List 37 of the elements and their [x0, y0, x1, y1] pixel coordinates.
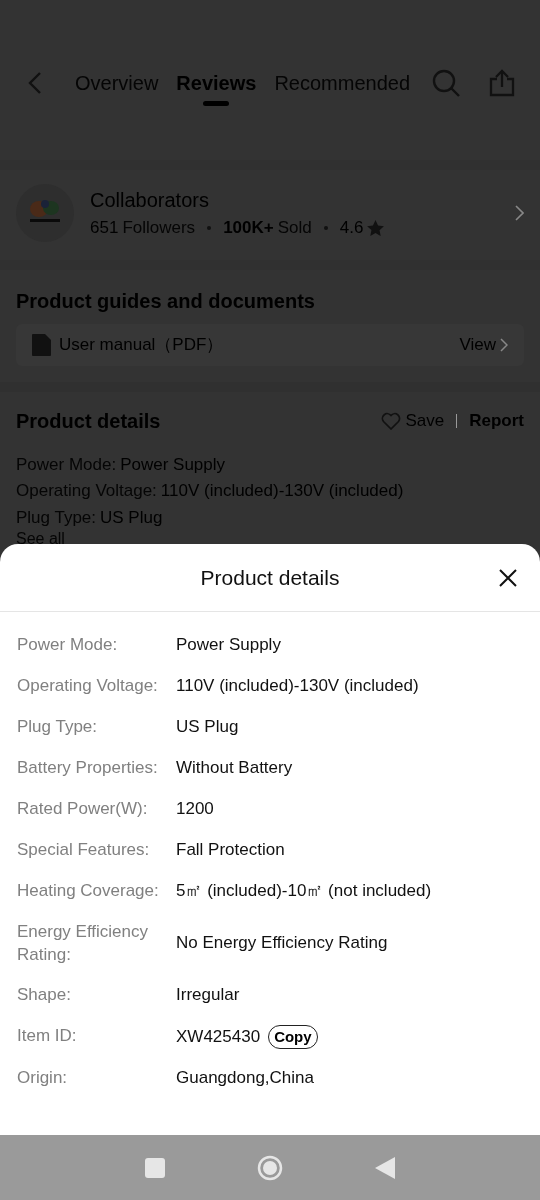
attribute-label: Battery Properties: — [17, 756, 159, 779]
attribute-label: Special Features: — [17, 838, 151, 861]
attribute-value: 110V (included)-130V (included) — [176, 674, 419, 697]
chevron-right-icon[interactable] — [515, 205, 524, 221]
attribute-label: Item ID: — [17, 1025, 78, 1048]
attribute-value: Guangdong,China — [176, 1067, 314, 1090]
attribute-label: Energy Efficiency Rating: — [17, 920, 150, 966]
attribute-value: No Energy Efficiency Rating — [176, 932, 388, 955]
close-icon[interactable] — [499, 569, 517, 587]
attribute-value: Without Battery — [176, 756, 293, 779]
recent-apps-button[interactable] — [145, 1157, 166, 1178]
sheet-title: Product details — [200, 564, 340, 591]
back-icon[interactable] — [28, 71, 42, 95]
pdf-file-icon — [32, 333, 51, 356]
back-button[interactable] — [374, 1156, 395, 1179]
attribute-label: Plug Type: — [17, 715, 99, 738]
attribute-label: Shape: — [17, 984, 72, 1007]
store-avatar — [16, 184, 74, 242]
search-icon[interactable] — [431, 68, 462, 98]
share-icon[interactable] — [489, 69, 516, 97]
attribute-label: Origin: — [17, 1067, 69, 1090]
attribute-label: Rated Power(W): — [17, 797, 149, 820]
home-button[interactable] — [256, 1153, 284, 1182]
star-icon — [367, 220, 385, 236]
attribute-value: XW425430 — [176, 1025, 261, 1048]
attribute-value: Fall Protection — [176, 838, 285, 861]
attribute-label: Power Mode: — [17, 634, 119, 656]
heart-icon[interactable] — [381, 411, 402, 430]
attribute-value: 5㎡ (included)-10㎡ (not included) — [176, 879, 432, 902]
copy-button[interactable]: Copy — [268, 1025, 318, 1050]
attribute-label: Operating Voltage: — [17, 674, 159, 697]
attribute-label: Heating Coverage: — [17, 879, 160, 902]
attribute-value: Irregular — [176, 984, 240, 1007]
attribute-value: US Plug — [176, 715, 239, 738]
attribute-value: 1200 — [176, 797, 214, 820]
chevron-right-icon — [500, 337, 508, 352]
attribute-value: Power Supply — [176, 634, 281, 656]
